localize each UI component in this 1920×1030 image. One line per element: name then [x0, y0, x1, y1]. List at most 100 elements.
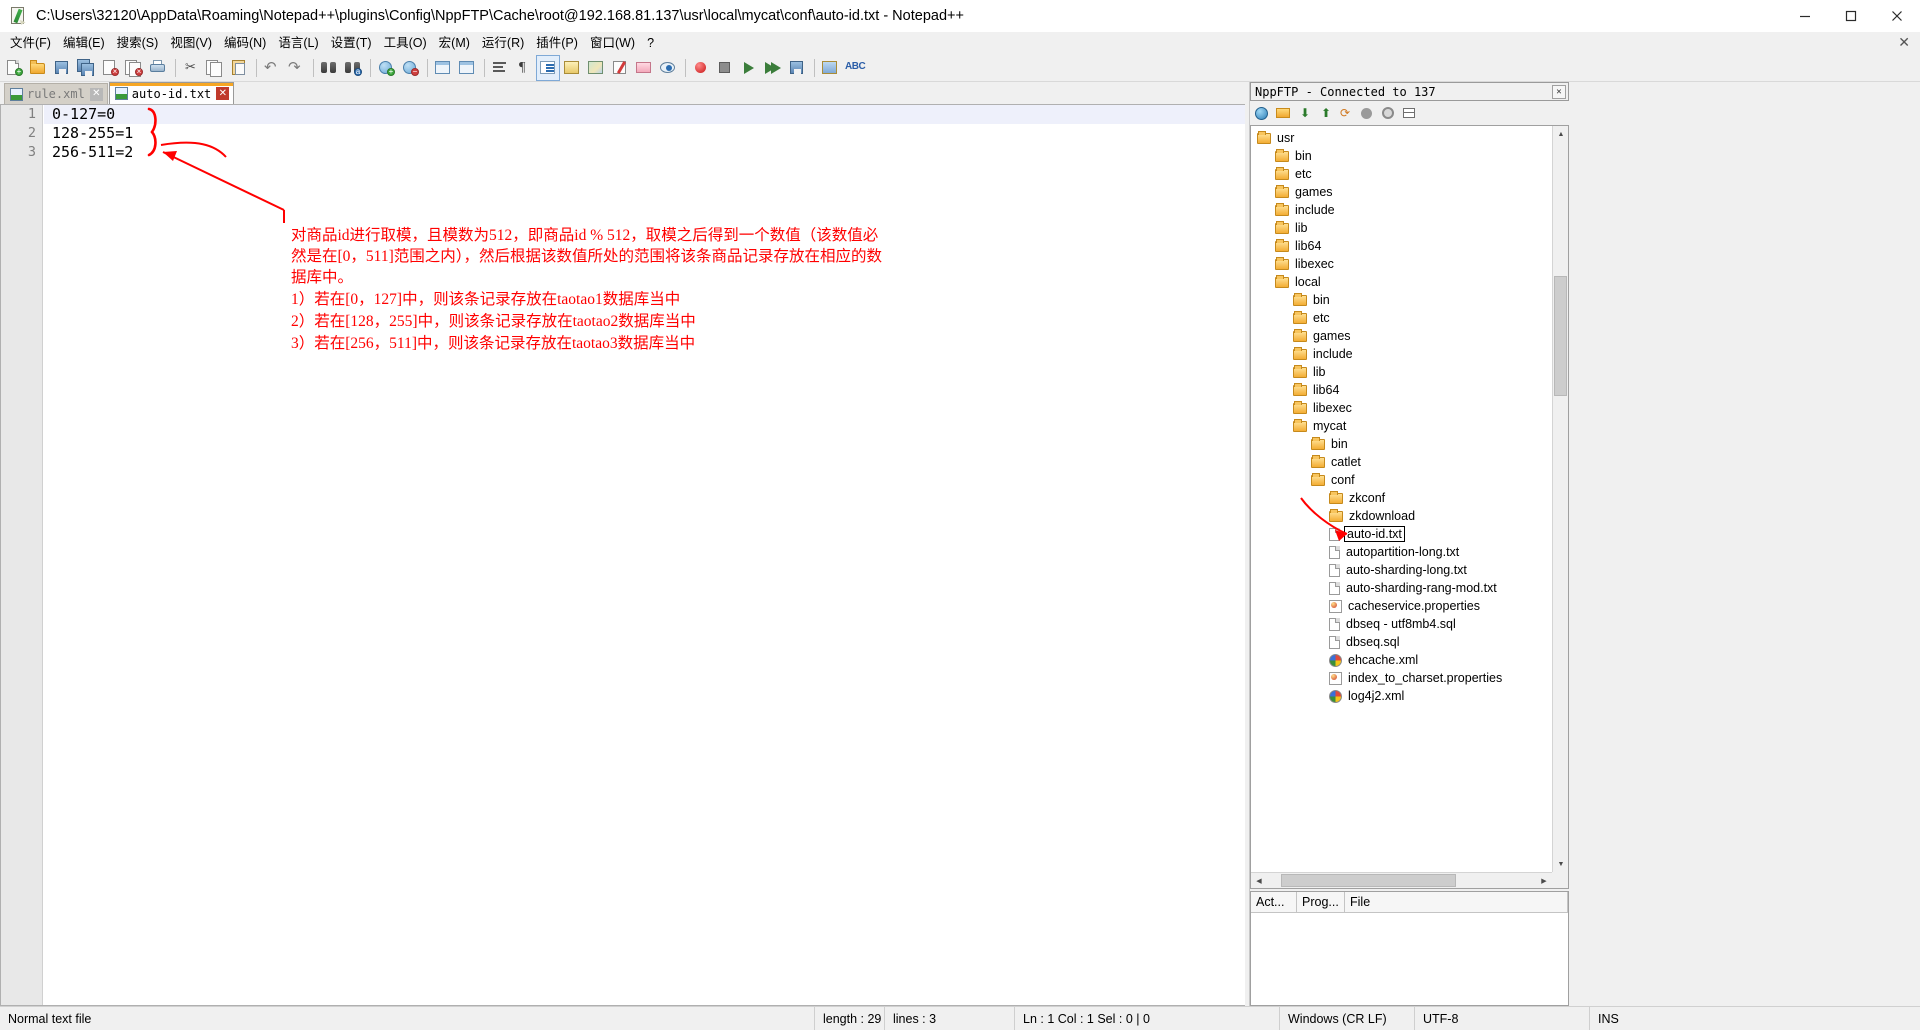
tree-file-item[interactable]: autopartition-long.txt — [1251, 543, 1552, 561]
refresh-icon[interactable]: ⟳ — [1337, 104, 1356, 123]
menu-edit[interactable]: 编辑(E) — [57, 33, 111, 54]
tree-file-item[interactable]: cacheservice.properties — [1251, 597, 1552, 615]
tab-rule-xml[interactable]: rule.xml ✕ — [4, 83, 108, 104]
tree-folder-item[interactable]: local — [1251, 273, 1552, 291]
ftp-tree-horizontal-scrollbar[interactable]: ◀ ▶ — [1251, 872, 1552, 888]
tree-folder-item[interactable]: bin — [1251, 435, 1552, 453]
spellcheck-icon[interactable]: ABC — [843, 56, 866, 80]
zoom-out-icon[interactable]: − — [399, 56, 421, 80]
print-icon[interactable] — [147, 56, 169, 80]
code-line[interactable]: 128-255=1 — [44, 124, 1245, 143]
tree-folder-item[interactable]: include — [1251, 345, 1552, 363]
ftp-file-tree-container[interactable]: usr bin etc games include lib lib64 libexec loca… — [1250, 125, 1569, 889]
code-line[interactable]: 256-511=2 — [44, 143, 1245, 162]
cut-icon[interactable]: ✂ — [180, 56, 202, 80]
menu-macro[interactable]: 宏(M) — [433, 33, 476, 54]
user-defined-language-icon[interactable] — [561, 56, 583, 80]
abort-icon[interactable] — [1358, 104, 1377, 123]
menu-settings[interactable]: 设置(T) — [325, 33, 378, 54]
find-icon[interactable] — [318, 56, 340, 80]
menu-encoding[interactable]: 编码(N) — [218, 33, 272, 54]
word-wrap-icon[interactable] — [489, 56, 511, 80]
code-line[interactable]: 0-127=0 — [44, 105, 1245, 124]
sync-vertical-icon[interactable] — [432, 56, 454, 80]
tree-folder-item[interactable]: games — [1251, 183, 1552, 201]
save-icon[interactable] — [51, 56, 73, 80]
show-all-chars-icon[interactable]: ¶ — [513, 56, 535, 80]
close-icon[interactable]: ✕ — [1552, 84, 1566, 99]
menu-window[interactable]: 窗口(W) — [584, 33, 641, 54]
tree-file-item[interactable]: dbseq.sql — [1251, 633, 1552, 651]
tree-folder-item[interactable]: zkdownload — [1251, 507, 1552, 525]
new-file-icon[interactable]: + — [3, 56, 25, 80]
tree-file-item[interactable]: auto-sharding-rang-mod.txt — [1251, 579, 1552, 597]
monitoring-icon[interactable] — [657, 56, 679, 80]
open-file-icon[interactable] — [27, 56, 49, 80]
menu-tools[interactable]: 工具(O) — [378, 33, 433, 54]
sync-horizontal-icon[interactable] — [456, 56, 478, 80]
tree-folder-item[interactable]: lib64 — [1251, 237, 1552, 255]
copy-icon[interactable] — [204, 56, 226, 80]
menu-search[interactable]: 搜索(S) — [111, 33, 165, 54]
menu-help[interactable]: ? — [641, 33, 660, 54]
settings-icon[interactable] — [1379, 104, 1398, 123]
menu-view[interactable]: 视图(V) — [164, 33, 218, 54]
stop-macro-icon[interactable] — [714, 56, 736, 80]
close-file-icon[interactable]: × — [99, 56, 121, 80]
tree-folder-item[interactable]: catlet — [1251, 453, 1552, 471]
download-icon[interactable]: ⬇ — [1295, 104, 1314, 123]
column-action[interactable]: Act... — [1251, 892, 1297, 912]
column-file[interactable]: File — [1345, 892, 1568, 912]
tab-auto-id-txt[interactable]: auto-id.txt ✕ — [108, 82, 235, 104]
replace-icon[interactable]: a — [342, 56, 364, 80]
document-map-icon[interactable] — [585, 56, 607, 80]
tree-file-item[interactable]: dbseq - utf8mb4.sql — [1251, 615, 1552, 633]
tree-folder-item[interactable]: conf — [1251, 471, 1552, 489]
folder-workspace-icon[interactable] — [633, 56, 655, 80]
tree-folder-item[interactable]: include — [1251, 201, 1552, 219]
scroll-left-arrow[interactable]: ◀ — [1251, 873, 1267, 888]
tree-file-item[interactable]: ehcache.xml — [1251, 651, 1552, 669]
minimize-button[interactable] — [1782, 0, 1828, 32]
scroll-down-arrow[interactable]: ▼ — [1553, 856, 1568, 872]
tree-folder-item[interactable]: bin — [1251, 291, 1552, 309]
tree-folder-item[interactable]: etc — [1251, 165, 1552, 183]
tree-file-item[interactable]: index_to_charset.properties — [1251, 669, 1552, 687]
tree-folder-item[interactable]: mycat — [1251, 417, 1552, 435]
close-document-button[interactable]: ✕ — [1894, 34, 1914, 51]
tree-folder-item[interactable]: libexec — [1251, 255, 1552, 273]
function-list-icon[interactable] — [609, 56, 631, 80]
scroll-thumb-horizontal[interactable] — [1281, 874, 1456, 887]
save-macro-icon[interactable] — [786, 56, 808, 80]
playback-macro-icon[interactable] — [738, 56, 760, 80]
tree-file-item[interactable]: log4j2.xml — [1251, 687, 1552, 705]
menu-file[interactable]: 文件(F) — [4, 33, 57, 54]
connect-icon[interactable] — [1253, 104, 1272, 123]
tab-close-icon[interactable]: ✕ — [216, 87, 230, 100]
close-all-icon[interactable]: × — [123, 56, 145, 80]
tree-folder-item[interactable]: lib64 — [1251, 381, 1552, 399]
record-macro-icon[interactable] — [690, 56, 712, 80]
tab-close-icon[interactable]: ✕ — [89, 87, 103, 101]
tree-folder-item[interactable]: etc — [1251, 309, 1552, 327]
tree-folder-item[interactable]: zkconf — [1251, 489, 1552, 507]
tree-folder-item[interactable]: usr — [1251, 129, 1552, 147]
tree-folder-item[interactable]: libexec — [1251, 399, 1552, 417]
redo-icon[interactable]: ↷ — [285, 56, 307, 80]
run-multiple-macro-icon[interactable] — [762, 56, 784, 80]
maximize-button[interactable] — [1828, 0, 1874, 32]
close-button[interactable] — [1874, 0, 1920, 32]
menu-run[interactable]: 运行(R) — [476, 33, 530, 54]
menu-language[interactable]: 语言(L) — [272, 33, 324, 54]
menu-plugins[interactable]: 插件(P) — [530, 33, 584, 54]
tree-folder-item[interactable]: games — [1251, 327, 1552, 345]
save-all-icon[interactable] — [75, 56, 97, 80]
scroll-right-arrow[interactable]: ▶ — [1536, 873, 1552, 888]
tree-file-item[interactable]: auto-id.txt — [1251, 525, 1552, 543]
ftp-tree-vertical-scrollbar[interactable]: ▲ ▼ — [1552, 126, 1568, 872]
tree-file-item[interactable]: auto-sharding-long.txt — [1251, 561, 1552, 579]
tree-folder-item[interactable]: lib — [1251, 219, 1552, 237]
indent-guide-icon[interactable] — [536, 54, 560, 81]
ftp-file-tree[interactable]: usr bin etc games include lib lib64 libexec loca… — [1251, 126, 1552, 872]
undo-icon[interactable]: ↶ — [261, 56, 283, 80]
